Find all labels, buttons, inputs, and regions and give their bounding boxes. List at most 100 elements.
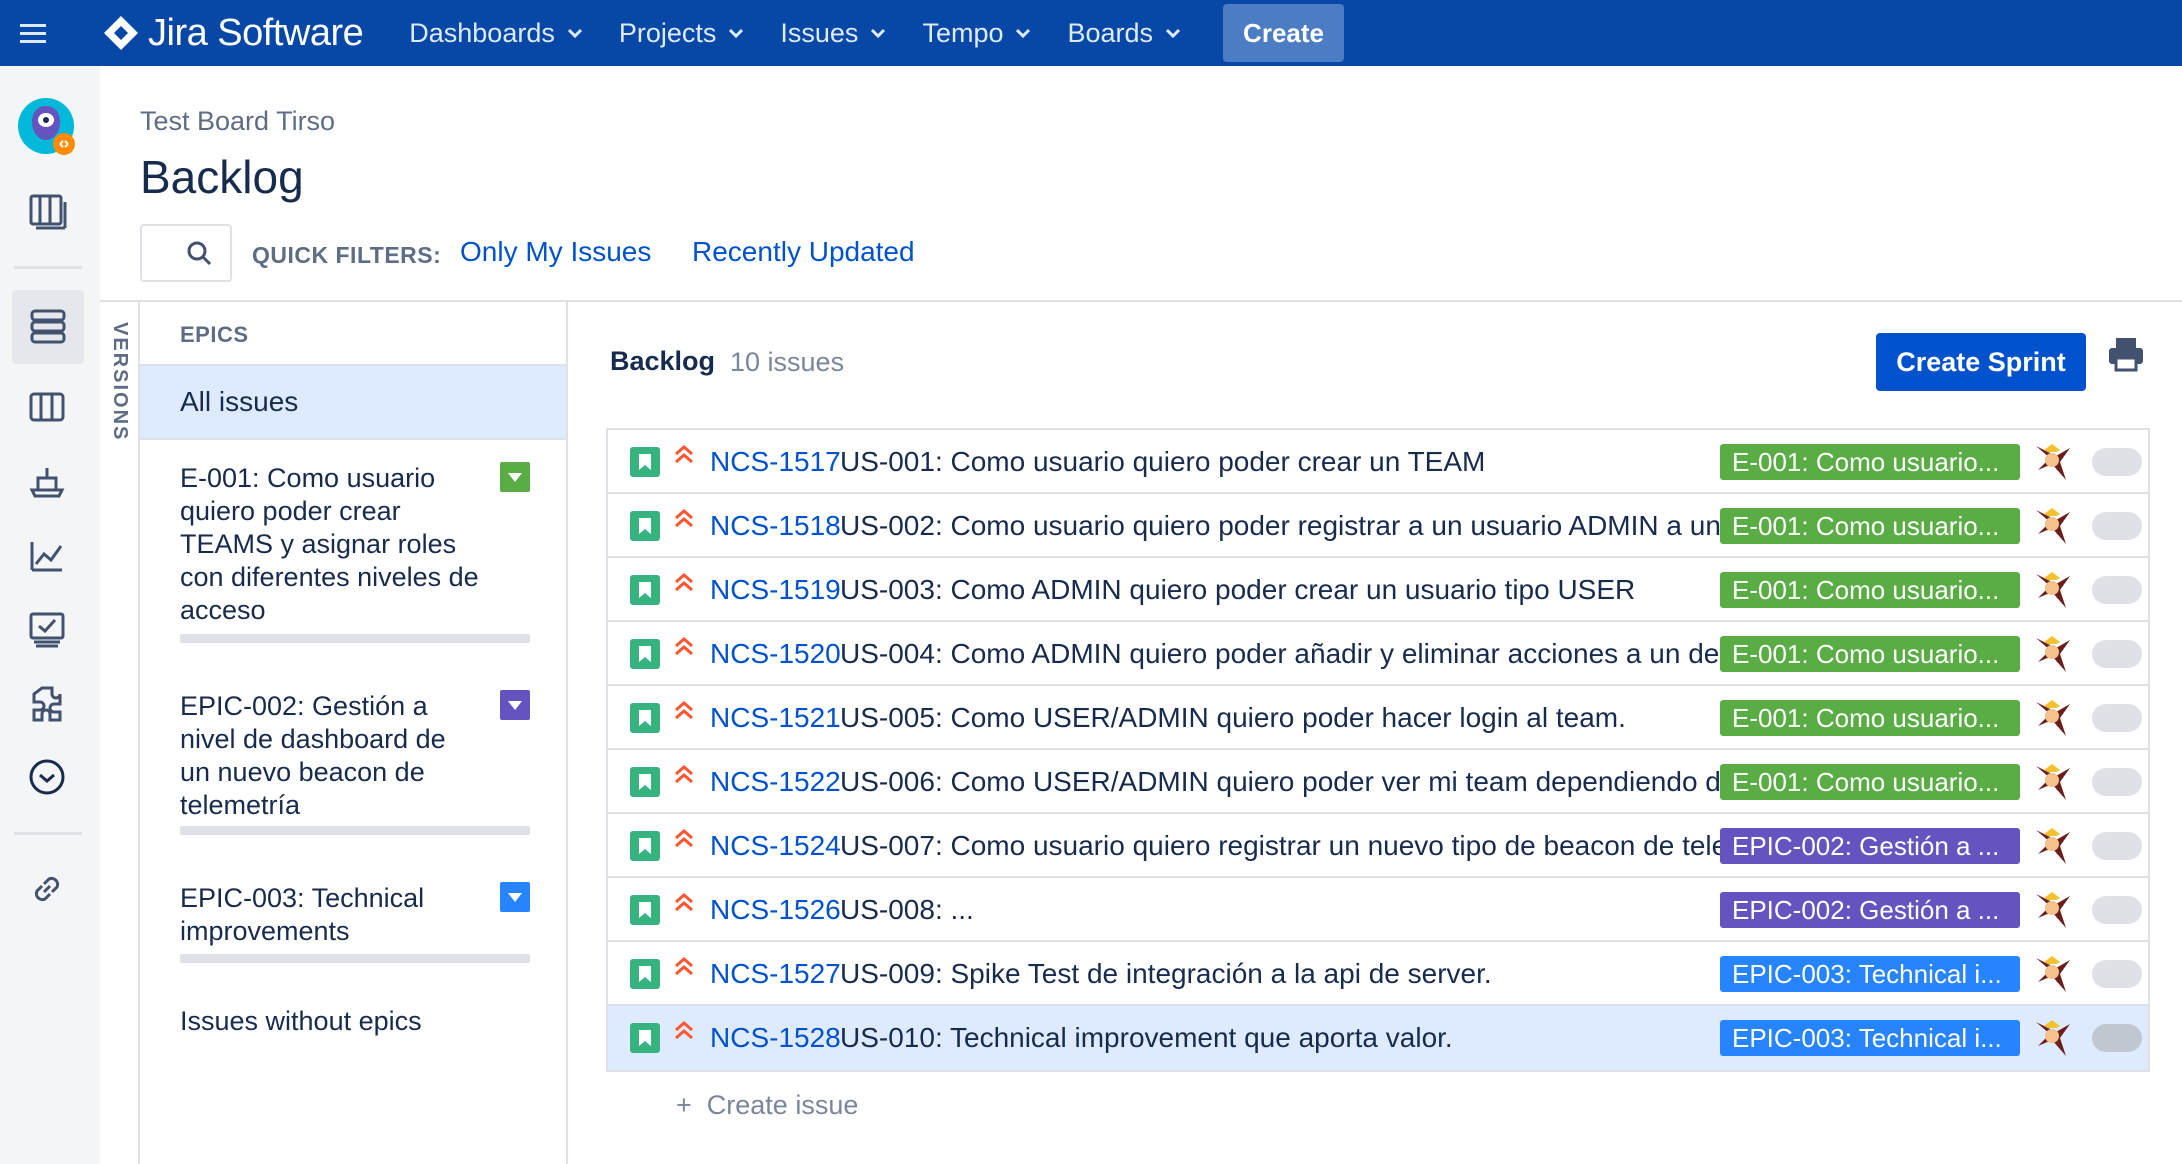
nav-projects[interactable]: Projects bbox=[601, 0, 763, 66]
nav-tempo[interactable]: Tempo bbox=[904, 0, 1049, 66]
issue-key[interactable]: NCS-1518 bbox=[710, 510, 841, 542]
story-icon bbox=[630, 959, 660, 989]
epic-label[interactable]: EPIC-002: Gestión a ... bbox=[1720, 892, 2020, 928]
epic-progress-bar bbox=[180, 634, 530, 643]
issue-summary: US-005: Como USER/ADMIN quiero poder hac… bbox=[840, 702, 1626, 733]
backlog-title: Backlog bbox=[610, 346, 716, 376]
estimate-badge bbox=[2092, 576, 2142, 604]
issue-key[interactable]: NCS-1520 bbox=[710, 638, 841, 670]
assignee-avatar[interactable] bbox=[2030, 696, 2074, 740]
issue-key[interactable]: NCS-1517 bbox=[710, 446, 841, 478]
epic-label[interactable]: E-001: Como usuario... bbox=[1720, 508, 2020, 544]
project-avatar[interactable] bbox=[16, 96, 78, 158]
issue-row[interactable]: NCS-1524 US-007: Como usuario quiero regi… bbox=[608, 814, 2148, 878]
issues-icon[interactable] bbox=[22, 604, 72, 654]
assignee-avatar[interactable] bbox=[2030, 440, 2074, 484]
page-title: Backlog bbox=[140, 151, 304, 203]
estimate-badge bbox=[2092, 704, 2142, 732]
chevron-down-icon bbox=[871, 28, 886, 38]
epic-label[interactable]: EPIC-003: Technical i... bbox=[1720, 956, 2020, 992]
epic-item[interactable]: EPIC-002: Gestión a nivel de dashboard d… bbox=[180, 690, 530, 835]
assignee-avatar[interactable] bbox=[2030, 504, 2074, 548]
filter-only-my-issues[interactable]: Only My Issues bbox=[460, 236, 651, 268]
active-sprints-icon[interactable] bbox=[22, 382, 72, 432]
epic-label[interactable]: E-001: Como usuario... bbox=[1720, 700, 2020, 736]
estimate-badge bbox=[2092, 640, 2142, 668]
epic-label[interactable]: E-001: Como usuario... bbox=[1720, 764, 2020, 800]
nav-dashboards[interactable]: Dashboards bbox=[391, 0, 601, 66]
epic-label[interactable]: EPIC-002: Gestión a ... bbox=[1720, 828, 2020, 864]
issue-key[interactable]: NCS-1527 bbox=[710, 958, 841, 990]
issue-summary: US-001: Como usuario quiero poder crear … bbox=[840, 446, 1486, 477]
nav-boards[interactable]: Boards bbox=[1049, 0, 1199, 66]
issue-summary: US-007: Como usuario quiero registrar un… bbox=[840, 830, 1722, 861]
epic-label[interactable]: E-001: Como usuario... bbox=[1720, 572, 2020, 608]
issue-row[interactable]: NCS-1519 US-003: Como ADMIN quiero poder … bbox=[608, 558, 2148, 622]
filter-recently-updated[interactable]: Recently Updated bbox=[692, 236, 915, 268]
reports-icon[interactable] bbox=[22, 530, 72, 580]
issue-key[interactable]: NCS-1528 bbox=[710, 1022, 841, 1054]
breadcrumb[interactable]: Test Board Tirso bbox=[140, 106, 335, 137]
priority-highest-icon bbox=[675, 509, 693, 528]
create-button[interactable]: Create bbox=[1223, 4, 1344, 62]
issue-row[interactable]: NCS-1528 US-010: Technical improvement qu… bbox=[608, 1006, 2148, 1070]
jira-logo-icon bbox=[104, 16, 138, 50]
story-icon bbox=[630, 447, 660, 477]
issue-count: 10 issues bbox=[730, 347, 845, 377]
jira-logo[interactable]: Jira Software bbox=[102, 0, 364, 66]
issue-row[interactable]: NCS-1527 US-009: Spike Test de integració… bbox=[608, 942, 2148, 1006]
story-icon bbox=[630, 767, 660, 797]
issue-summary: US-008: ... bbox=[840, 894, 974, 925]
epic-label[interactable]: EPIC-003: Technical i... bbox=[1720, 1020, 2020, 1056]
issue-key[interactable]: NCS-1522 bbox=[710, 766, 841, 798]
assignee-avatar[interactable] bbox=[2030, 952, 2074, 996]
epic-all-issues[interactable]: All issues bbox=[140, 364, 566, 440]
story-icon bbox=[630, 703, 660, 733]
issue-row[interactable]: NCS-1522 US-006: Como USER/ADMIN quiero p… bbox=[608, 750, 2148, 814]
chevron-down-icon[interactable] bbox=[500, 462, 530, 492]
chevron-down-icon[interactable] bbox=[500, 690, 530, 720]
issue-row[interactable]: NCS-1520 US-004: Como ADMIN quiero poder … bbox=[608, 622, 2148, 686]
assignee-avatar[interactable] bbox=[2030, 760, 2074, 804]
tempo-icon[interactable] bbox=[22, 752, 72, 802]
issue-key[interactable]: NCS-1526 bbox=[710, 894, 841, 926]
menu-icon[interactable] bbox=[0, 0, 66, 66]
releases-icon[interactable] bbox=[22, 456, 72, 506]
priority-highest-icon bbox=[675, 765, 693, 784]
assignee-avatar[interactable] bbox=[2030, 632, 2074, 676]
assignee-avatar[interactable] bbox=[2030, 1016, 2074, 1060]
estimate-badge bbox=[2092, 1024, 2142, 1052]
priority-highest-icon bbox=[675, 445, 693, 464]
create-sprint-button[interactable]: Create Sprint bbox=[1876, 333, 2086, 391]
story-icon bbox=[630, 511, 660, 541]
components-icon[interactable] bbox=[22, 678, 72, 728]
issue-key[interactable]: NCS-1521 bbox=[710, 702, 841, 734]
search-input[interactable] bbox=[140, 224, 232, 282]
epic-label[interactable]: E-001: Como usuario... bbox=[1720, 444, 2020, 480]
create-issue-link[interactable]: + Create issue bbox=[676, 1090, 858, 1121]
print-icon[interactable] bbox=[2106, 334, 2146, 374]
chevron-down-icon[interactable] bbox=[500, 882, 530, 912]
epic-label[interactable]: E-001: Como usuario... bbox=[1720, 636, 2020, 672]
issue-row[interactable]: NCS-1518 US-002: Como usuario quiero pode… bbox=[608, 494, 2148, 558]
sidebar-divider bbox=[14, 832, 82, 835]
epic-name: EPIC-002: Gestión a nivel de dashboard d… bbox=[180, 691, 446, 820]
issue-row[interactable]: NCS-1517 US-001: Como usuario quiero pode… bbox=[608, 430, 2148, 494]
assignee-avatar[interactable] bbox=[2030, 824, 2074, 868]
top-navigation: Jira Software Dashboards Projects Issues… bbox=[0, 0, 2182, 66]
issue-row[interactable]: NCS-1526 US-008: ... EPIC-002: Gestión a .… bbox=[608, 878, 2148, 942]
backlog-issue-list: NCS-1517 US-001: Como usuario quiero pode… bbox=[606, 428, 2150, 1072]
versions-label[interactable]: VERSIONS bbox=[108, 322, 131, 441]
issue-key[interactable]: NCS-1519 bbox=[710, 574, 841, 606]
issue-key[interactable]: NCS-1524 bbox=[710, 830, 841, 862]
assignee-avatar[interactable] bbox=[2030, 888, 2074, 932]
nav-issues[interactable]: Issues bbox=[762, 0, 904, 66]
issue-row[interactable]: NCS-1521 US-005: Como USER/ADMIN quiero p… bbox=[608, 686, 2148, 750]
assignee-avatar[interactable] bbox=[2030, 568, 2074, 612]
epic-item[interactable]: EPIC-003: Technical improvements bbox=[180, 882, 530, 972]
epic-item[interactable]: E-001: Como usuario quiero poder crear T… bbox=[180, 462, 530, 643]
issues-without-epics[interactable]: Issues without epics bbox=[180, 1006, 422, 1037]
backlog-icon[interactable] bbox=[12, 290, 84, 364]
link-icon[interactable] bbox=[22, 864, 72, 914]
board-icon[interactable] bbox=[22, 186, 72, 236]
